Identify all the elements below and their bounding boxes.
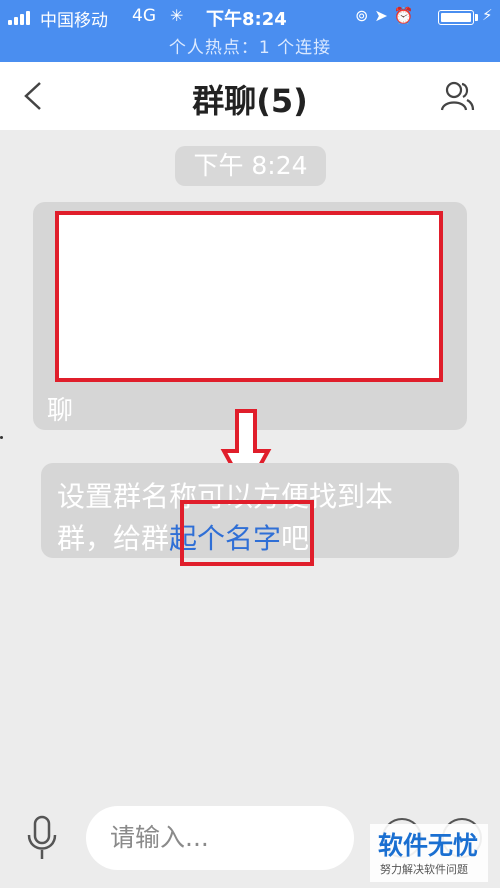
carrier-name: 中国移动	[40, 11, 108, 31]
nav-bar: 群聊(5)	[0, 62, 500, 130]
watermark-logo: 软件无忧 努力解决软件问题	[370, 824, 488, 882]
group-members-icon[interactable]	[440, 80, 476, 112]
page-title: 群聊(5)	[192, 82, 308, 120]
location-icon: ➤	[374, 6, 394, 25]
loading-icon: ✳	[170, 6, 184, 25]
microphone-icon[interactable]	[26, 815, 58, 861]
status-bar: 中国移动 4G ✳ 下午8:24 ⊚➤⏰ ⚡ 个人热点：1 个连接	[0, 0, 500, 62]
network-type: 4G	[132, 6, 156, 26]
alarm-icon: ⏰	[393, 6, 420, 25]
charging-icon: ⚡	[482, 6, 493, 24]
signal-icon	[8, 11, 38, 25]
tip-text-prefix: 群，给群	[57, 522, 170, 555]
timestamp-pill: 下午 8:24	[175, 146, 326, 186]
highlight-box	[180, 500, 314, 566]
lock-rotation-icon: ⊚	[355, 6, 375, 25]
redaction-box	[55, 211, 443, 382]
status-time: 下午8:24	[206, 9, 287, 30]
watermark-subtitle: 努力解决软件问题	[380, 863, 468, 876]
message-input[interactable]: 请输入...	[86, 806, 354, 870]
watermark-title: 软件无忧	[378, 831, 479, 860]
message-text: 聊	[47, 396, 74, 426]
hotspot-banner[interactable]: 个人热点：1 个连接	[0, 33, 500, 58]
battery-icon	[438, 10, 474, 25]
